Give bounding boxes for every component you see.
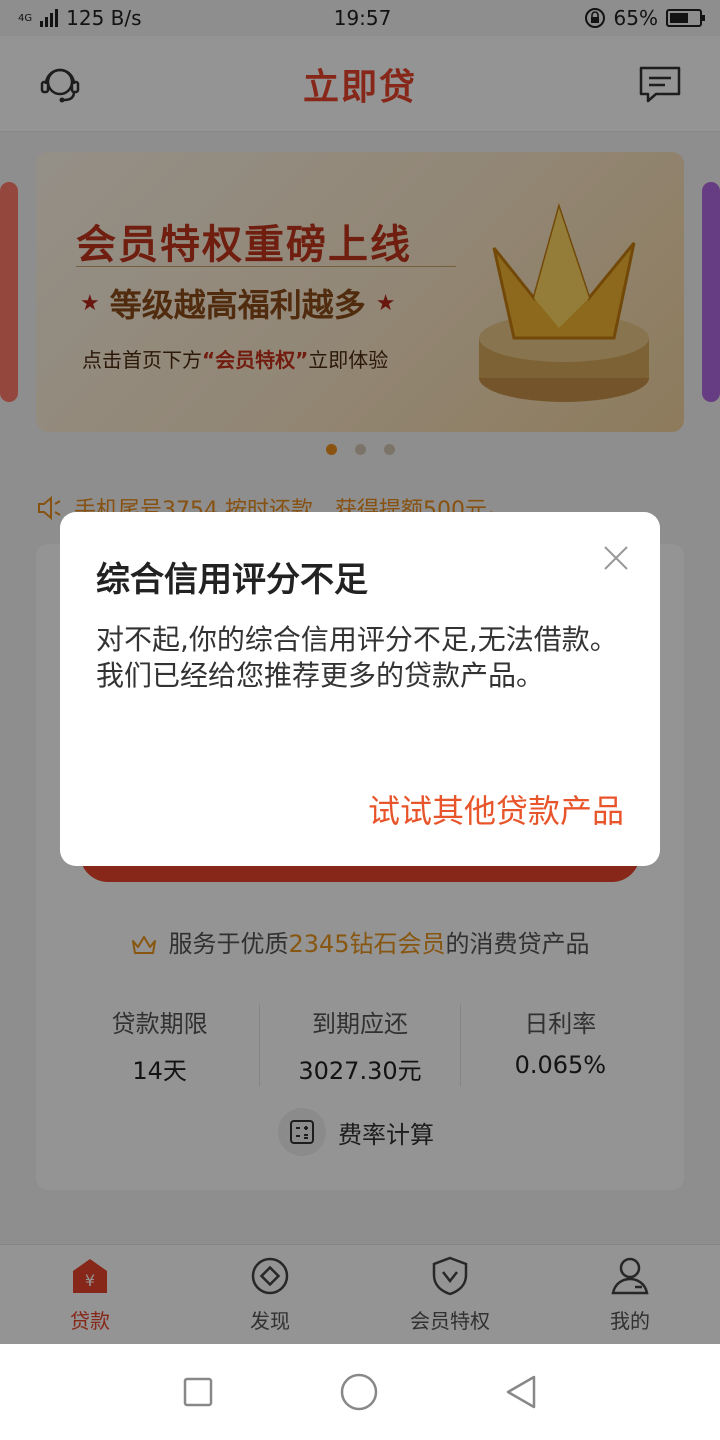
close-icon[interactable]	[600, 542, 632, 574]
dialog-title: 综合信用评分不足	[96, 560, 368, 600]
home-icon[interactable]	[339, 1372, 379, 1412]
system-nav-bar	[0, 1344, 720, 1440]
credit-score-dialog: 综合信用评分不足 对不起,你的综合信用评分不足,无法借款。我们已经给您推荐更多的…	[60, 512, 660, 866]
recent-apps-icon[interactable]	[182, 1376, 214, 1408]
dialog-message: 对不起,你的综合信用评分不足,无法借款。我们已经给您推荐更多的贷款产品。	[96, 623, 618, 692]
back-icon[interactable]	[504, 1374, 538, 1410]
try-other-products-button[interactable]: 试试其他贷款产品	[368, 786, 624, 832]
